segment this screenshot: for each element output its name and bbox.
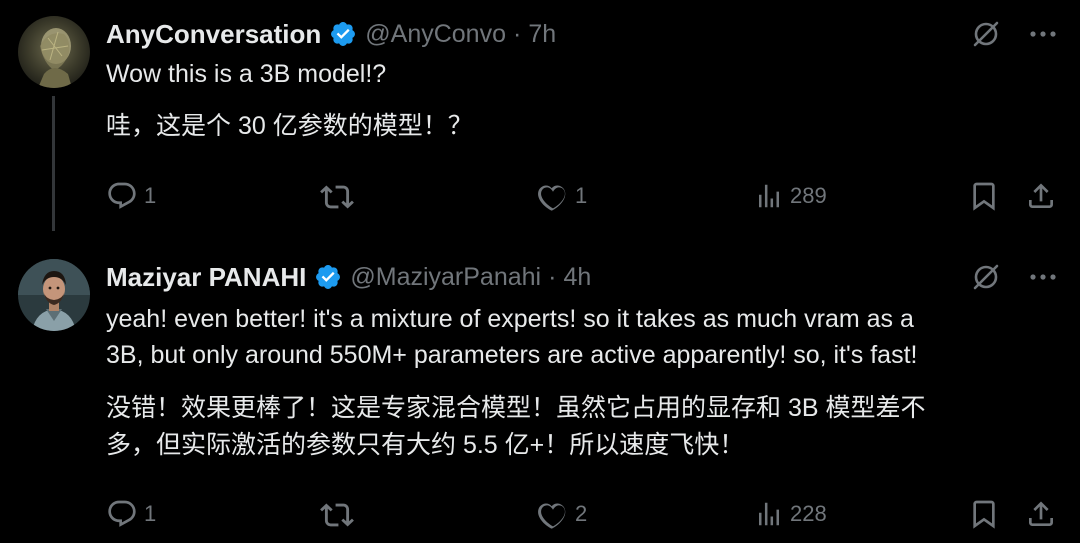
views-icon: [759, 502, 779, 526]
avatar[interactable]: [18, 16, 90, 88]
verified-badge-icon: [331, 22, 356, 46]
handle[interactable]: @AnyConvo: [365, 20, 506, 49]
more-icon[interactable]: [1028, 19, 1058, 49]
share-button[interactable]: [1025, 498, 1057, 530]
like-icon: [538, 503, 566, 529]
retweet-button[interactable]: [320, 498, 354, 532]
views-button[interactable]: 289: [754, 180, 827, 212]
tweet-text-en: Wow this is a 3B model!?: [106, 60, 387, 88]
more-icon[interactable]: [1028, 262, 1058, 292]
reply-button[interactable]: 1: [106, 180, 156, 212]
tweet-header: AnyConversation @AnyConvo · 7h: [106, 17, 556, 51]
share-button[interactable]: [1025, 180, 1057, 212]
bookmark-icon: [973, 500, 995, 529]
reply-count: 1: [144, 501, 157, 526]
display-name[interactable]: AnyConversation: [106, 19, 321, 50]
view-count: 228: [790, 501, 827, 526]
share-icon: [1029, 501, 1053, 526]
retweet-icon: [320, 185, 354, 209]
tweet-header-actions: [970, 261, 1058, 293]
tweet-text-en-line-2: 3B, but only around 550M+ parameters are…: [106, 341, 918, 369]
like-count: 2: [575, 501, 588, 526]
retweet-icon: [320, 503, 354, 527]
separator-dot: ·: [513, 19, 522, 48]
tweet-text-en-line-1: yeah! even better! it's a mixture of exp…: [106, 305, 914, 333]
tweet-text-zh-line-1: 没错！效果更棒了！这是专家混合模型！虽然它占用的显存和 3B 模型差不: [106, 394, 926, 422]
display-name[interactable]: Maziyar PANAHI: [106, 262, 306, 293]
bookmark-button[interactable]: [968, 498, 1000, 530]
reply-icon: [108, 500, 136, 527]
grok-icon[interactable]: [970, 18, 1002, 50]
tweet-action-bar: 1 1 289: [0, 180, 1080, 220]
like-button[interactable]: 1: [537, 180, 587, 212]
share-icon: [1029, 183, 1053, 208]
bookmark-button[interactable]: [968, 180, 1000, 212]
like-count: 1: [575, 183, 588, 208]
tweet-header: Maziyar PANAHI @MaziyarPanahi · 4h: [106, 260, 591, 294]
tweet-1[interactable]: AnyConversation @AnyConvo · 7h Wow this …: [0, 0, 1080, 243]
tweet-text-zh: 哇，这是个 30 亿参数的模型！？: [106, 112, 473, 140]
view-count: 289: [790, 183, 827, 208]
like-icon: [538, 185, 566, 211]
reply-icon: [108, 182, 136, 209]
reply-button[interactable]: 1: [106, 498, 156, 530]
reply-count: 1: [144, 183, 157, 208]
grok-icon[interactable]: [970, 261, 1002, 293]
timestamp[interactable]: 4h: [563, 263, 591, 292]
tweet-header-actions: [970, 18, 1058, 50]
bookmark-icon: [973, 182, 995, 211]
retweet-button[interactable]: [320, 180, 354, 214]
separator-dot: ·: [548, 262, 557, 291]
views-icon: [759, 184, 779, 208]
tweet-2[interactable]: Maziyar PANAHI @MaziyarPanahi · 4h yeah!…: [0, 243, 1080, 543]
handle[interactable]: @MaziyarPanahi: [350, 263, 541, 292]
verified-badge-icon: [316, 265, 341, 289]
timestamp[interactable]: 7h: [528, 20, 556, 49]
like-button[interactable]: 2: [537, 498, 587, 530]
tweet-text-zh-line-2: 多，但实际激活的参数只有大约 5.5 亿+！所以速度飞快！: [106, 431, 745, 459]
avatar[interactable]: [18, 259, 90, 331]
tweet-action-bar: 1 2 228: [0, 498, 1080, 538]
views-button[interactable]: 228: [754, 498, 827, 530]
